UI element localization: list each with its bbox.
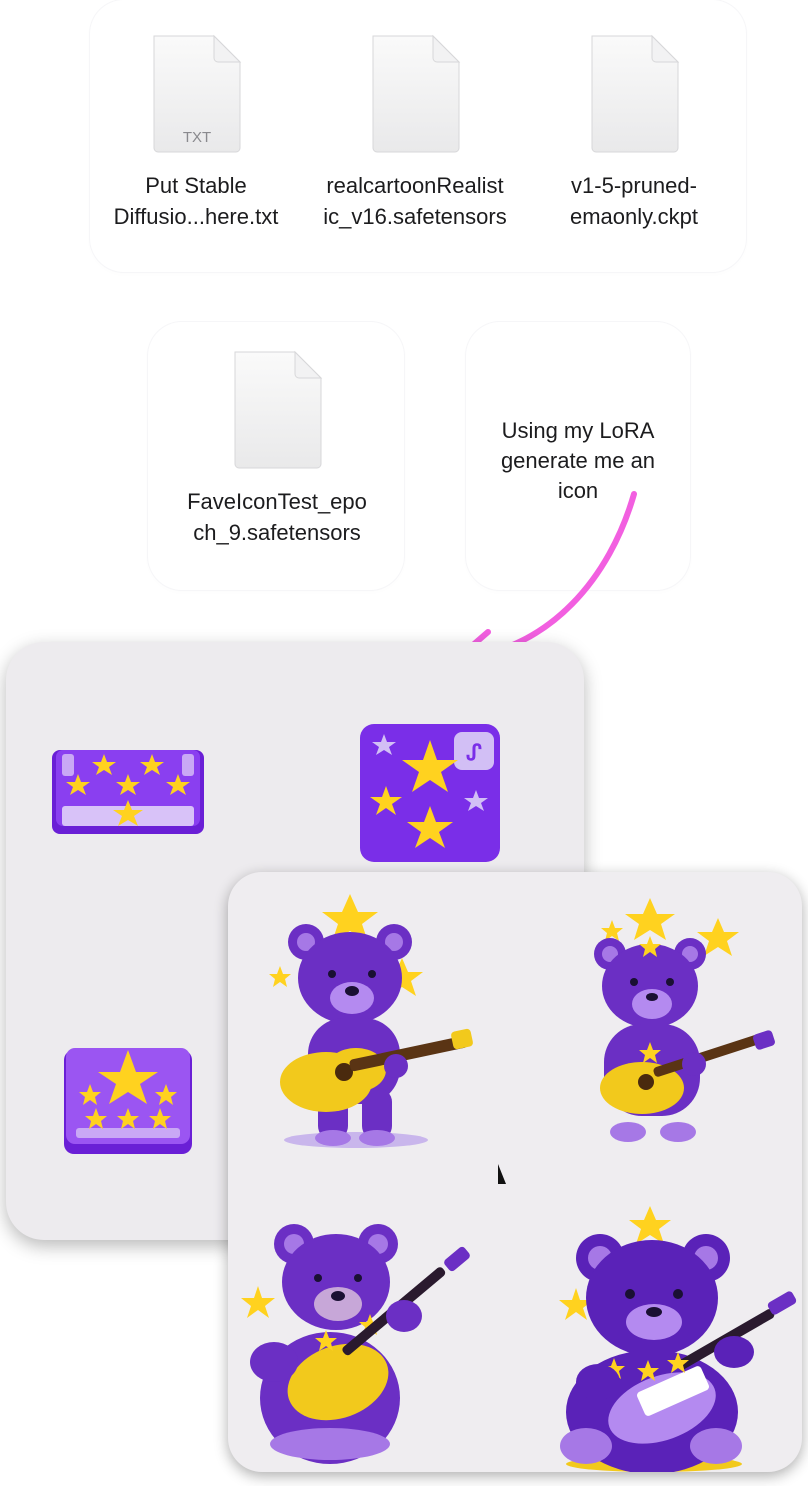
document-icon xyxy=(372,34,461,153)
bear-guitar-1 xyxy=(269,894,473,1148)
file-badge: TXT xyxy=(183,129,211,146)
text-file-icon: TXT xyxy=(153,34,242,153)
file-name: realcartoonRealist ic_v16.safetensors xyxy=(323,173,507,229)
file-name: FaveIconTest_epo ch_9.safetensors xyxy=(187,489,367,545)
bear-guitar-2 xyxy=(594,898,775,1142)
document-icon xyxy=(591,34,680,153)
star-app-icon: ᔑ xyxy=(360,724,500,862)
file-item-lora[interactable]: FaveIconTest_epo ch_9.safetensors xyxy=(168,346,386,548)
star-tray-icon xyxy=(64,1048,192,1154)
bear-guitar-4 xyxy=(559,1206,797,1472)
file-item-safetensors[interactable]: realcartoonRealist ic_v16.safetensors xyxy=(300,30,530,232)
file-name: Put Stable Diffusio...here.txt xyxy=(113,173,279,229)
document-icon xyxy=(234,350,323,469)
generated-bears-card xyxy=(228,872,802,1472)
star-keyboard-icon xyxy=(52,750,204,834)
bear-guitar-3 xyxy=(241,1224,470,1464)
svg-text:ᔑ: ᔑ xyxy=(466,740,482,765)
file-name: v1-5-pruned- emaonly.ckpt xyxy=(570,173,698,229)
divider-notch xyxy=(498,1164,506,1184)
file-item-ckpt[interactable]: v1-5-pruned- emaonly.ckpt xyxy=(536,30,732,232)
file-item-txt[interactable]: TXT Put Stable Diffusio...here.txt xyxy=(94,30,298,232)
